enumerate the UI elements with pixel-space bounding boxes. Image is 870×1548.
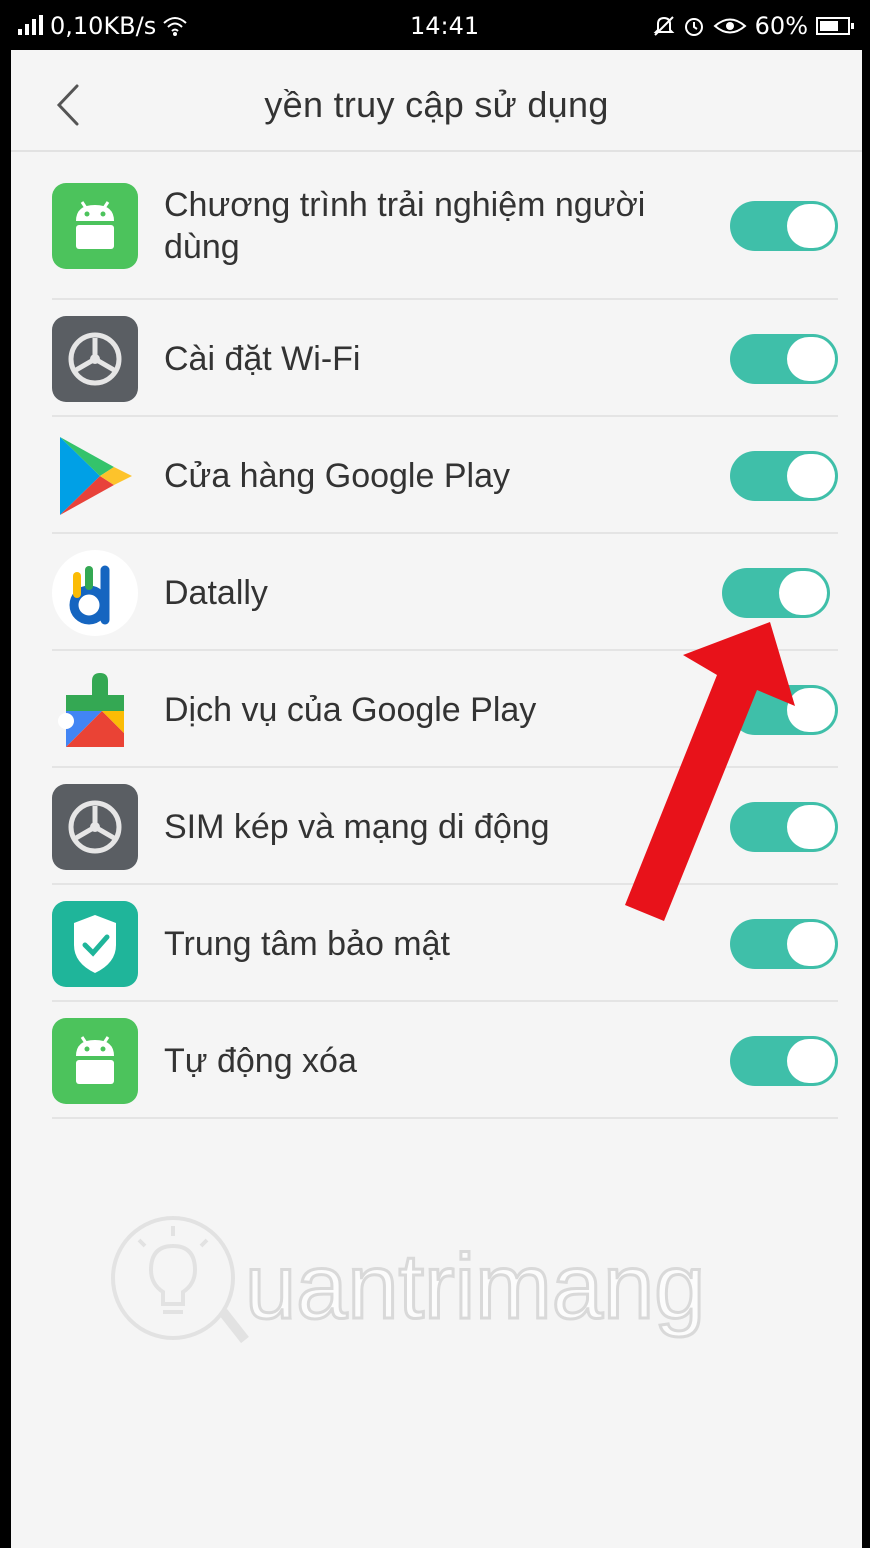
toggle-knob [787, 804, 835, 849]
app-label: Cửa hàng Google Play [164, 456, 510, 495]
toggle-knob [787, 204, 835, 248]
app-label: Tự động xóa [164, 1041, 357, 1080]
toggle-knob [787, 921, 835, 966]
access-toggle[interactable] [730, 450, 838, 501]
app-label: Dịch vụ của Google Play [164, 690, 537, 729]
android-icon [52, 183, 138, 269]
list-item[interactable]: Cài đặt Wi-Fi [11, 300, 862, 417]
settings-gear-icon [52, 315, 138, 402]
google-play-services-icon [58, 672, 124, 747]
security-shield-icon [52, 900, 138, 987]
app-access-list: Chương trình trải nghiệm người dùng Cài … [11, 152, 862, 1119]
alarm-icon [684, 18, 703, 36]
datally-icon [52, 549, 138, 636]
access-toggle[interactable] [730, 333, 838, 384]
battery-percent: 60% [754, 12, 808, 40]
list-item[interactable]: Cửa hàng Google Play [11, 417, 862, 534]
list-item[interactable]: Chương trình trải nghiệm người dùng [11, 152, 862, 300]
notification-muted-icon [653, 16, 675, 36]
google-play-store-icon [60, 436, 132, 515]
access-toggle[interactable] [730, 918, 838, 969]
access-toggle[interactable] [730, 201, 838, 251]
toggle-knob [779, 570, 827, 615]
list-item[interactable]: SIM kép và mạng di động [11, 768, 862, 885]
divider [52, 1117, 838, 1119]
list-item[interactable]: Datally [11, 534, 862, 651]
toggle-knob [787, 336, 835, 381]
status-left: 0,10KB/s [18, 12, 188, 40]
access-toggle[interactable] [730, 801, 838, 852]
wifi-icon [163, 17, 187, 36]
access-toggle[interactable] [730, 684, 838, 735]
access-toggle[interactable] [730, 1035, 838, 1086]
list-item[interactable]: Tự động xóa [11, 1002, 862, 1119]
signal-icon [18, 15, 44, 37]
app-label: Chương trình trải nghiệm người dùng [164, 186, 646, 266]
status-right: 60% [653, 12, 854, 40]
android-icon [52, 1017, 138, 1104]
app-header: yền truy cập sử dụng [11, 50, 862, 152]
eye-comfort-icon [713, 18, 747, 34]
status-time: 14:41 [410, 12, 480, 40]
settings-gear-icon [52, 783, 138, 870]
watermark-text: uantrimang [245, 1236, 705, 1338]
toggle-knob [787, 453, 835, 498]
toggle-knob [787, 1038, 835, 1083]
quantrimang-watermark: uantrimang [111, 1216, 707, 1344]
access-toggle[interactable] [722, 567, 830, 618]
network-speed: 0,10KB/s [50, 12, 157, 40]
app-label: Datally [164, 573, 268, 612]
app-label: Cài đặt Wi-Fi [164, 339, 361, 378]
battery-icon [816, 17, 854, 35]
status-bar: 0,10KB/s 14:41 60% [0, 0, 870, 50]
app-label: Trung tâm bảo mật [164, 924, 450, 963]
list-item[interactable]: Dịch vụ của Google Play [11, 651, 862, 768]
app-label: SIM kép và mạng di động [164, 807, 550, 846]
page-title: yền truy cập sử dụng [264, 84, 609, 125]
toggle-knob [787, 687, 835, 732]
list-item[interactable]: Trung tâm bảo mật [11, 885, 862, 1002]
